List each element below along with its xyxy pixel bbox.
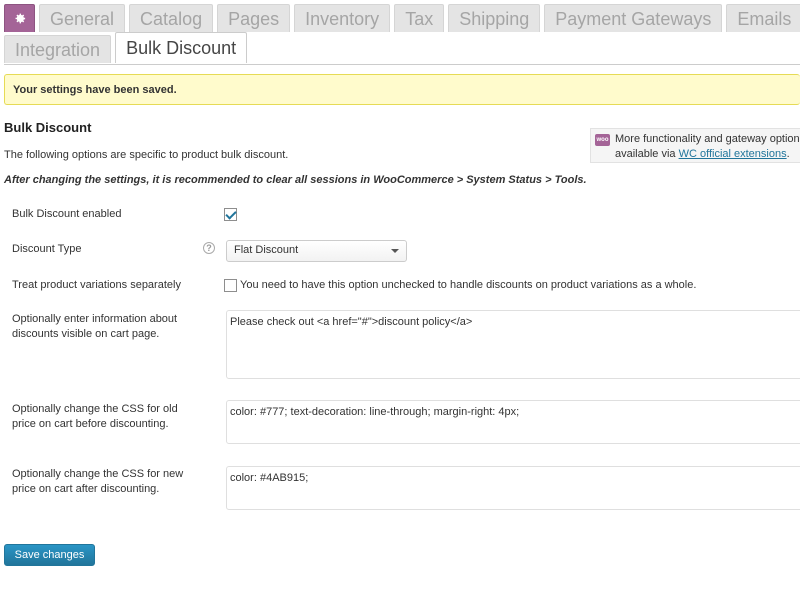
old-css-label-line-1: Optionally change the CSS for old — [12, 403, 178, 415]
old-price-css-textarea[interactable]: color: #777; text-decoration: line-throu… — [226, 400, 800, 444]
info-label: Optionally enter information about disco… — [12, 312, 177, 342]
help-icon[interactable]: ? — [203, 242, 215, 254]
info-label-line-1: Optionally enter information about — [12, 313, 178, 325]
promo-line-1: More functionality and gateway options — [615, 133, 800, 145]
tab-bulk-discount[interactable]: Bulk Discount — [115, 32, 248, 63]
old-css-label-line-2: price on cart before discounting. — [12, 418, 169, 430]
tab-emails[interactable]: Emails — [726, 4, 800, 32]
enabled-checkbox[interactable] — [224, 208, 237, 221]
tab-divider — [4, 64, 800, 65]
new-css-label-line-1: Optionally change the CSS for new — [12, 468, 184, 480]
discount-type-select[interactable]: Flat Discount — [226, 240, 407, 262]
cart-info-textarea[interactable]: Please check out <a href="#">discount po… — [226, 310, 800, 379]
promo-line-2: available via WC official extensions. — [615, 147, 800, 162]
promo-prefix: available via — [615, 148, 679, 160]
section-title: Bulk Discount — [4, 120, 92, 135]
new-css-label: Optionally change the CSS for new price … — [12, 467, 183, 497]
settings-saved-notice: Your settings have been saved. — [4, 74, 800, 105]
promo-suffix: . — [786, 148, 790, 160]
variations-help-text: You need to have this option unchecked t… — [240, 279, 697, 291]
tab-inventory[interactable]: Inventory — [294, 4, 391, 32]
tab-catalog[interactable]: Catalog — [129, 4, 214, 32]
info-label-line-2: discounts visible on cart page. — [12, 328, 160, 340]
chevron-down-icon — [391, 249, 399, 253]
variations-checkbox[interactable] — [224, 279, 237, 292]
gear-icon — [15, 13, 26, 24]
tab-payment-gateways[interactable]: Payment Gateways — [544, 4, 723, 32]
enabled-label: Bulk Discount enabled — [12, 208, 122, 220]
tab-shipping[interactable]: Shipping — [448, 4, 541, 32]
tab-integration[interactable]: Integration — [4, 35, 112, 63]
tab-general[interactable]: General — [39, 4, 126, 32]
discount-type-label: Discount Type — [12, 243, 82, 255]
save-changes-button[interactable]: Save changes — [4, 544, 95, 566]
new-css-label-line-2: price on cart after discounting. — [12, 483, 160, 495]
wc-extensions-link[interactable]: WC official extensions — [679, 148, 787, 160]
old-css-label: Optionally change the CSS for old price … — [12, 402, 178, 432]
tabs-row-2: Integration Bulk Discount — [4, 32, 251, 63]
tab-tax[interactable]: Tax — [394, 4, 445, 32]
new-price-css-textarea[interactable]: color: #4AB915; — [226, 466, 800, 510]
discount-type-value: Flat Discount — [234, 244, 299, 256]
tab-pages[interactable]: Pages — [217, 4, 291, 32]
variations-label: Treat product variations separately — [12, 279, 181, 291]
tabs-row-1: General Catalog Pages Inventory Tax Ship… — [4, 2, 800, 32]
woocommerce-logo-icon: woo — [595, 134, 610, 146]
tab-settings-icon[interactable] — [4, 4, 35, 32]
section-warning: After changing the settings, it is recom… — [4, 174, 587, 186]
section-description: The following options are specific to pr… — [4, 149, 289, 161]
extensions-promo: woo More functionality and gateway optio… — [590, 128, 800, 163]
